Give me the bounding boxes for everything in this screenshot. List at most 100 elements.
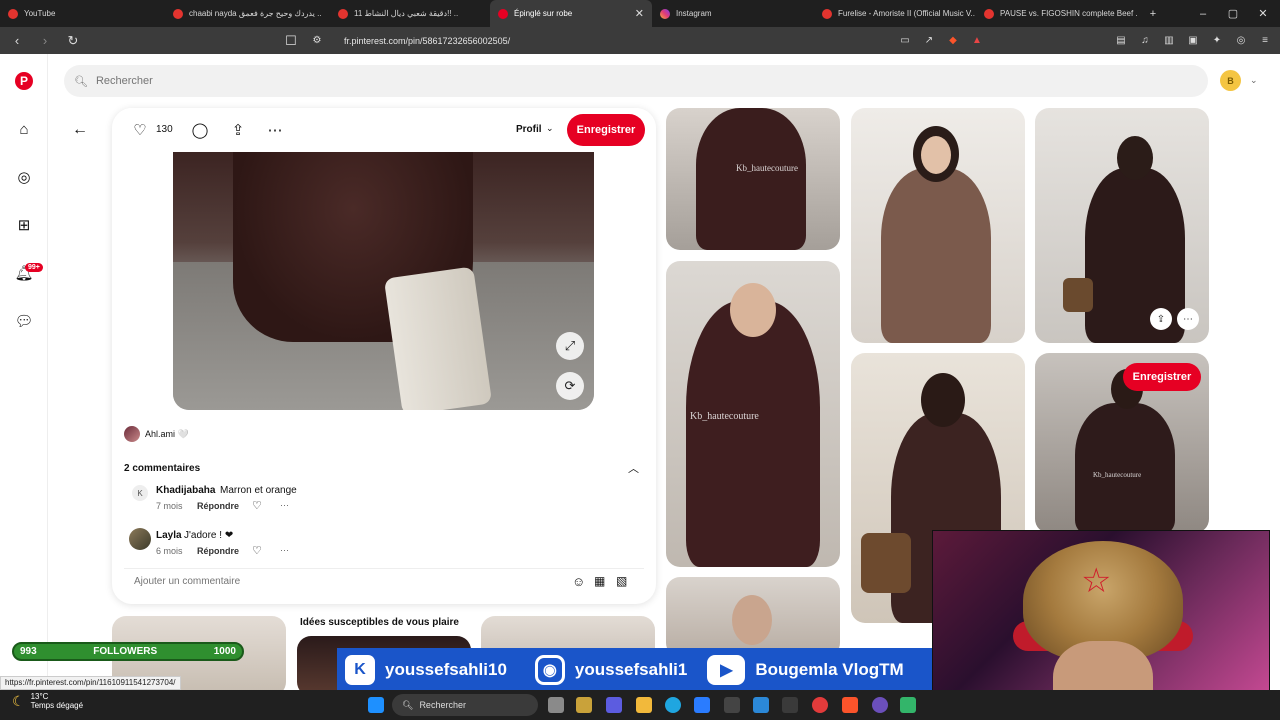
comment-avatar[interactable]: K [132, 485, 148, 501]
image-upload-icon[interactable]: ▧ [616, 574, 627, 588]
tab-nachat[interactable]: 11 دقيقة شعبي ديال النشاط!! .. [330, 0, 490, 27]
menu-icon[interactable]: ≡ [1258, 35, 1272, 46]
comment-icon[interactable]: ◯ [190, 120, 210, 140]
bookmark-icon[interactable]: ☐ [282, 33, 300, 49]
app-icon[interactable] [753, 697, 769, 713]
reading-list-icon[interactable]: ▥ [1162, 35, 1176, 46]
new-tab-icon[interactable]: + [1138, 8, 1168, 20]
reply-link[interactable]: Répondre [197, 501, 239, 511]
obs-icon[interactable] [812, 697, 828, 713]
tab-pinterest-active[interactable]: Épinglé sur robe ✕ [490, 0, 652, 27]
more-options-icon[interactable]: ⋯ [265, 120, 285, 140]
close-window-icon[interactable]: ✕ [1248, 7, 1278, 20]
profile-dropdown[interactable]: Profil [516, 124, 542, 135]
author-avatar[interactable] [124, 426, 140, 442]
share-icon[interactable]: ⇪ [1150, 308, 1172, 330]
reply-link[interactable]: Répondre [197, 546, 239, 556]
comment-username[interactable]: Khadijabaha [156, 485, 215, 496]
cast-icon[interactable]: ▭ [898, 35, 912, 46]
tab-instagram[interactable]: Instagram [652, 0, 814, 27]
grid-pin-hovered[interactable]: Kb_hautecouture Enregistrer [1035, 353, 1209, 533]
heart-icon[interactable]: ♡ [252, 499, 262, 512]
search-bar[interactable]: 🔍︎ [64, 65, 1208, 97]
share-icon[interactable]: ⇪ [228, 120, 248, 140]
home-icon[interactable]: ⌂ [14, 119, 34, 139]
file-explorer-icon[interactable] [636, 697, 652, 713]
grid-pin[interactable]: Kb_hautecouture [666, 261, 840, 567]
comment-input[interactable] [134, 576, 534, 587]
weather-widget[interactable]: ☾ 13°C Temps dégagé [12, 692, 83, 710]
windows-start-icon[interactable] [368, 697, 384, 713]
create-plus-icon[interactable]: ⊞ [14, 215, 34, 235]
add-comment-field[interactable]: ☺ ▦ ▧ [124, 568, 644, 594]
sticker-icon[interactable]: ▦ [594, 574, 605, 588]
tab-title: 11 دقيقة شعبي ديال النشاط!! .. [354, 9, 459, 18]
chevron-down-icon[interactable]: ⌄ [1250, 75, 1258, 86]
back-icon[interactable]: ‹ [8, 33, 26, 48]
back-arrow-icon[interactable]: ← [70, 120, 90, 140]
teams-icon[interactable] [606, 697, 622, 713]
grid-pin[interactable] [851, 108, 1025, 343]
comment-avatar[interactable] [129, 528, 151, 550]
brave-shield-icon[interactable]: ◆ [946, 35, 960, 46]
more-options-icon[interactable]: ⋯ [1177, 308, 1199, 330]
user-avatar[interactable]: B [1220, 70, 1241, 91]
visual-search-icon[interactable]: ⟳ [556, 372, 584, 400]
browser-tab-strip: YouTube chaabi nayda يدردك وحيح جرة فعمق… [0, 0, 1280, 27]
edge-icon[interactable] [665, 697, 681, 713]
tab-pause-figoshin[interactable]: PAUSE vs. FIGOSHIN complete Beef .. [976, 0, 1138, 27]
music-icon[interactable]: ♫ [1138, 35, 1152, 46]
close-tab-icon[interactable]: ✕ [635, 7, 644, 20]
expand-icon[interactable]: ⤢ [556, 332, 584, 360]
comment-username[interactable]: Layla [156, 530, 182, 541]
app-icon[interactable] [872, 697, 888, 713]
tab-chaabi[interactable]: chaabi nayda يدردك وحيح جرة فعمق .. [165, 0, 330, 27]
task-view-icon[interactable] [548, 697, 564, 713]
calculator-icon[interactable] [782, 697, 798, 713]
heart-icon[interactable]: ♡ [130, 120, 150, 140]
forward-icon[interactable]: › [36, 33, 54, 48]
chevron-down-icon[interactable]: ⌄ [546, 123, 554, 134]
emoji-icon[interactable]: ☺ [572, 574, 585, 589]
save-button[interactable]: Enregistrer [1123, 363, 1201, 391]
tab-title: Furelise - Amoriste II (Official Music V… [838, 9, 975, 18]
notepad-icon[interactable] [900, 697, 916, 713]
chevron-up-icon[interactable]: ︿ [628, 460, 639, 476]
ai-icon[interactable]: ✦ [1210, 35, 1224, 46]
watermark: Kb_hautecouture [736, 163, 798, 173]
brave-rewards-icon[interactable]: ▲ [970, 35, 984, 46]
dropbox-icon[interactable] [694, 697, 710, 713]
pinterest-logo-icon[interactable]: P [14, 71, 34, 91]
tab-furelise[interactable]: Furelise - Amoriste II (Official Music V… [814, 0, 976, 27]
more-options-icon[interactable]: ⋯ [280, 545, 289, 556]
minimize-icon[interactable]: – [1188, 8, 1218, 20]
sidebar-toggle-icon[interactable]: ▤ [1114, 35, 1128, 46]
search-input[interactable] [95, 75, 496, 87]
taskbar-search[interactable]: 🔍︎ Rechercher [392, 694, 538, 716]
youtube-handle: Bougemla VlogTM [755, 660, 904, 679]
app-icon[interactable] [576, 697, 592, 713]
app-icon[interactable] [724, 697, 740, 713]
comment-text: Marron et orange [220, 485, 297, 496]
author-name[interactable]: Ahl.ami 🤍 [145, 429, 189, 440]
save-button[interactable]: Enregistrer [567, 114, 645, 146]
tab-youtube[interactable]: YouTube [0, 0, 165, 27]
pinterest-sidebar [0, 54, 48, 690]
grid-pin[interactable]: Kb_hautecouture [666, 108, 840, 250]
site-settings-icon[interactable]: ⚙ [310, 35, 324, 46]
grid-pin[interactable] [666, 577, 840, 657]
more-options-icon[interactable]: ⋯ [280, 500, 289, 511]
watermark: Kb_hautecouture [690, 411, 759, 422]
grid-pin[interactable]: ⇪ ⋯ [1035, 108, 1209, 343]
explore-compass-icon[interactable]: ◎ [14, 167, 34, 187]
maximize-icon[interactable]: ▢ [1218, 7, 1248, 20]
address-bar-url[interactable]: fr.pinterest.com/pin/58617232656002505/ [344, 36, 510, 46]
wallet-icon[interactable]: ▣ [1186, 35, 1200, 46]
messages-icon[interactable]: 💬︎ [14, 311, 34, 331]
vpn-icon[interactable]: ◎ [1234, 35, 1248, 46]
brave-icon[interactable] [842, 697, 858, 713]
pin-image[interactable]: ⤢ ⟳ [173, 152, 594, 410]
heart-icon[interactable]: ♡ [252, 544, 262, 557]
share-icon[interactable]: ↗ [922, 35, 936, 46]
reload-icon[interactable]: ↻ [64, 33, 82, 49]
